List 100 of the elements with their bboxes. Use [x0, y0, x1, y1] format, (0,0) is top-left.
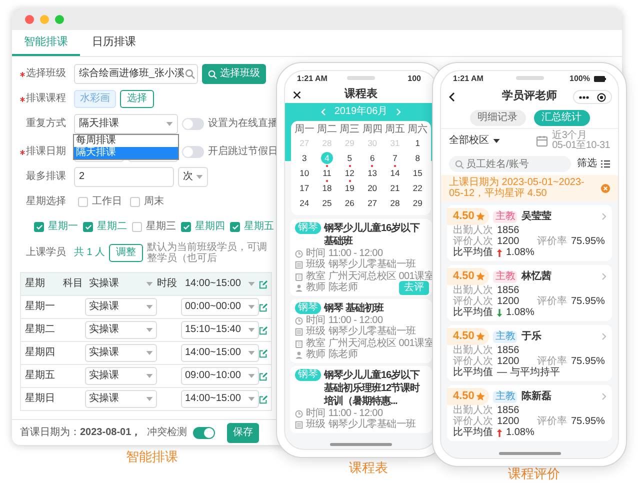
toggle-switch[interactable] — [193, 426, 216, 438]
calendar-day[interactable]: 21 — [388, 182, 401, 194]
stat-label: 出勤人次 — [453, 284, 493, 296]
teacher-name: 林忆茜 — [521, 270, 552, 282]
window-close-button[interactable] — [25, 14, 34, 24]
subject-select[interactable]: 实操课 — [85, 344, 157, 362]
calendar-day[interactable]: 8 — [412, 152, 424, 164]
caret-icon — [146, 374, 153, 378]
chevron-right-icon[interactable] — [396, 108, 401, 116]
calendar-day[interactable]: 7 — [388, 152, 401, 164]
checkbox[interactable] — [181, 222, 191, 232]
calendar-day[interactable]: 14 — [388, 167, 401, 179]
calendar-day[interactable]: 19 — [344, 182, 356, 194]
check-icon — [232, 224, 238, 230]
teacher-card[interactable]: 4.50 主教 陈新磊 出勤人次 1856 评价人次 1200 评价率 75.95% 比平均值 1.08% — [447, 385, 612, 441]
star-icon — [476, 392, 486, 401]
calendar-day[interactable]: 20 — [366, 182, 378, 194]
calendar-day[interactable]: 6 — [366, 152, 378, 164]
checkbox-label: 星期一 — [48, 221, 78, 233]
calendar-day[interactable]: 10 — [298, 167, 310, 179]
detail-label: 班级 — [306, 419, 326, 432]
toggle-switch[interactable] — [182, 118, 204, 130]
checkbox[interactable] — [132, 222, 142, 232]
calendar-day[interactable]: 15 — [412, 167, 424, 179]
count-field[interactable]: 2 — [74, 167, 174, 187]
range-label: 近3个月 — [552, 131, 587, 141]
detail-value: 11:00 - 12:00 — [328, 248, 383, 259]
caption: 课程评价 — [508, 467, 560, 482]
edit-icon[interactable] — [259, 372, 268, 380]
time-select[interactable]: 00:00~00:00 — [181, 298, 259, 316]
calendar-day[interactable]: 5 — [344, 152, 356, 164]
calendar-day[interactable]: 29 — [412, 197, 424, 209]
subject-select[interactable]: 实操课 — [85, 367, 157, 385]
segment-tab[interactable]: 明细记录 — [470, 110, 526, 126]
unit-select[interactable]: 次 — [178, 167, 208, 187]
time-select[interactable]: 09:00~10:00 — [181, 367, 259, 385]
dropdown-option[interactable]: 隔天排课 — [74, 147, 178, 159]
subject-select[interactable]: 实操课 — [85, 298, 157, 316]
tab[interactable]: 日历排课 — [80, 30, 148, 56]
edit-icon[interactable] — [259, 348, 268, 358]
search-field[interactable]: 员工姓名/账号 — [449, 156, 571, 172]
calendar-day[interactable]: 11 — [320, 167, 333, 179]
repeat-select[interactable]: 隔天排课 — [74, 114, 178, 134]
status-time: 1:21 AM — [453, 74, 484, 84]
calendar-day[interactable]: 18 — [320, 182, 333, 194]
subject-select[interactable]: 实操课 — [85, 390, 157, 408]
edit-icon[interactable] — [259, 302, 268, 312]
dropdown-option[interactable]: 每周排课 — [74, 135, 178, 147]
calendar-day[interactable]: 1 — [412, 137, 424, 149]
teacher-card[interactable]: 4.50 主教 林忆茜 出勤人次 1856 评价人次 1200 评价率 75.95% 比平均值 1.08% — [447, 265, 612, 321]
edit-icon[interactable] — [259, 326, 268, 334]
checkbox[interactable] — [130, 197, 140, 207]
list-icon — [601, 160, 610, 168]
calendar-day[interactable]: 24 — [298, 197, 310, 209]
time-select[interactable]: 15:10~15:40 — [181, 321, 259, 339]
person-icon — [295, 351, 303, 360]
range-dates: 05-01至10-31 — [552, 141, 610, 151]
calendar-day[interactable]: 13 — [366, 167, 378, 179]
checkbox-label: 工作日 — [92, 196, 122, 208]
edit-icon[interactable] — [259, 394, 268, 404]
calendar-day[interactable]: 22 — [412, 182, 424, 194]
first-date-text: 首课日期为：2023-08-01， — [20, 426, 142, 438]
menu-capsule[interactable] — [573, 90, 612, 104]
campus-select[interactable]: 全部校区 — [449, 135, 500, 147]
close-icon[interactable] — [293, 91, 301, 99]
checkbox-label: 星期二 — [97, 221, 127, 233]
status-time: 1:21 AM — [297, 74, 328, 84]
calendar-day[interactable]: 12 — [344, 167, 356, 179]
chevron-left-icon[interactable] — [321, 108, 326, 116]
filter-button[interactable]: 筛选 — [577, 158, 610, 170]
detail-label: 班级 — [306, 326, 326, 338]
battery-text: 100% — [570, 74, 590, 84]
calendar-day[interactable]: 28 — [388, 197, 401, 209]
back-icon[interactable] — [449, 92, 455, 102]
calendar-day[interactable]: 26 — [344, 197, 356, 209]
window-maximize-button[interactable] — [55, 14, 64, 24]
calendar-day[interactable]: 25 — [320, 197, 333, 209]
teacher-card[interactable]: 4.50 主教 吴莹莹 出勤人次 1856 评价人次 1200 评价率 75.95% 比平均值 1.08% — [447, 205, 612, 261]
calendar-day[interactable]: 17 — [298, 182, 310, 194]
role-tag: 主教 — [493, 330, 518, 342]
field-label: 上课学员 — [26, 247, 66, 259]
checkbox[interactable] — [34, 222, 44, 232]
lesson-title: 钢琴少儿儿童16岁以下基础初乐理班12节课时培训（暑期特惠... — [324, 369, 421, 408]
checkbox[interactable] — [78, 197, 88, 207]
time-select[interactable]: 14:00~15:00 — [181, 344, 259, 362]
subject-select[interactable]: 实操课 — [85, 321, 157, 339]
edit-icon[interactable] — [259, 280, 268, 288]
time-select[interactable]: 14:00~15:00 — [181, 390, 259, 408]
calendar-day[interactable]: 3 — [298, 152, 310, 164]
toggle-switch[interactable] — [182, 146, 204, 158]
checkbox[interactable] — [83, 222, 93, 232]
subject-select[interactable]: 实操课 — [85, 275, 157, 293]
checkbox[interactable] — [230, 222, 240, 232]
teacher-card[interactable]: 4.50 主教 于乐 出勤人次 1856 评价人次 1200 评价率 75.95% 比平均值 — 与平均持平 — [447, 325, 612, 381]
calendar-day[interactable]: 27 — [366, 197, 378, 209]
person-icon — [295, 284, 303, 292]
role-tag: 主教 — [493, 390, 518, 402]
course-tag: 钢琴 — [295, 302, 321, 314]
time-select[interactable]: 14:00~15:00 — [181, 275, 259, 293]
class-field[interactable]: 综合绘画进修班_张小溪 — [74, 64, 198, 84]
